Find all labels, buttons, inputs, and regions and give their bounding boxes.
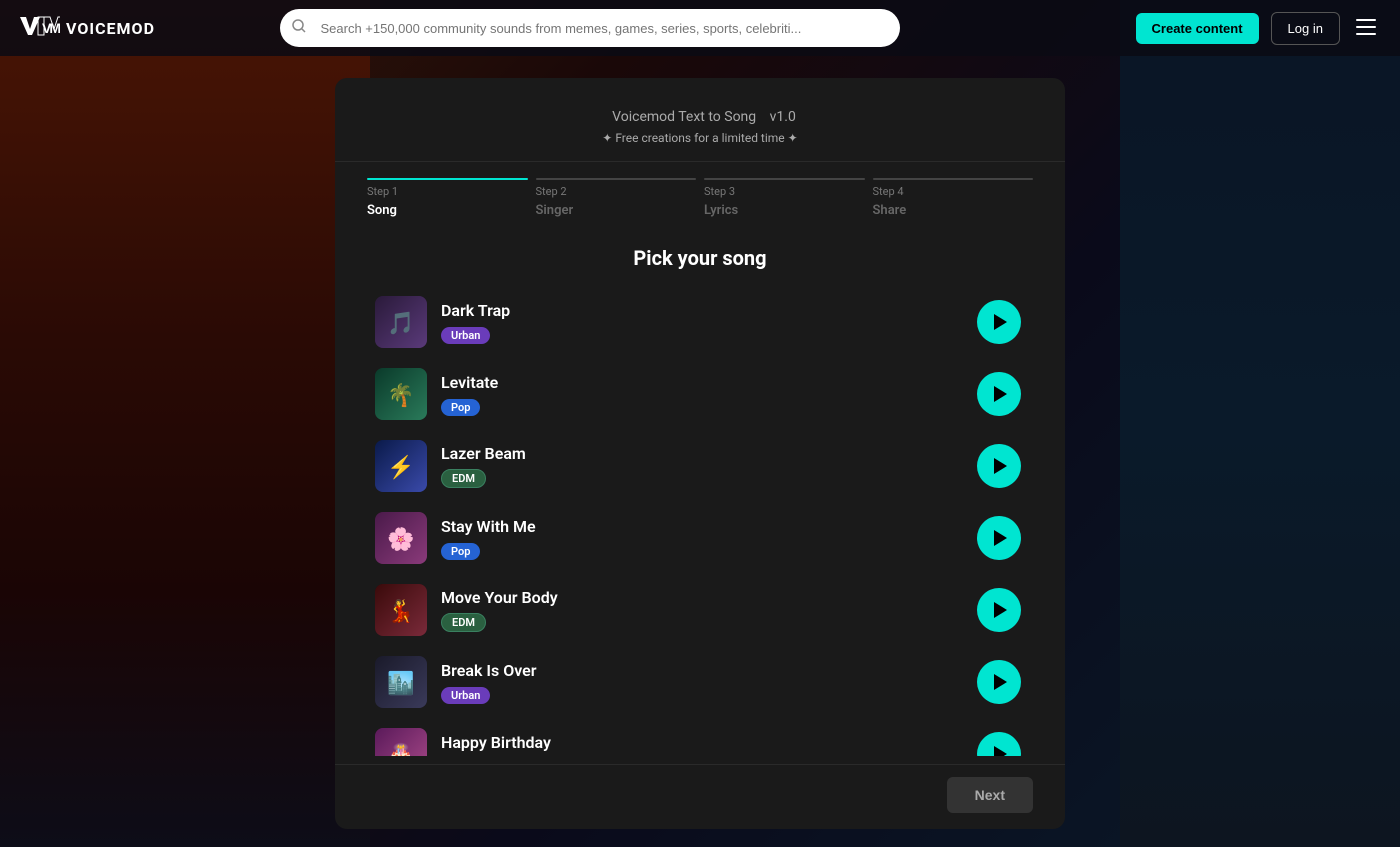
logo-icon: VM [20,13,60,43]
svg-text:⚡: ⚡ [387,454,414,480]
song-item-stay-with-me[interactable]: 🌸 Stay With Me Pop [367,502,1029,574]
play-button-lazer-beam[interactable] [977,444,1021,488]
song-name-dark-trap: Dark Trap [441,301,963,320]
play-button-levitate[interactable] [977,372,1021,416]
logo-text: VOICEMOD [66,19,155,38]
play-icon-move-your-body [994,602,1007,618]
step-1-bar [367,178,528,180]
song-tag-stay-with-me: Pop [441,543,480,560]
song-info-happy-birthday: Happy Birthday Meme [441,733,963,757]
modal-title: Voicemod Text to Song v1.0 [367,102,1033,127]
song-name-happy-birthday: Happy Birthday [441,733,963,752]
play-icon-dark-trap [994,314,1007,330]
step-1: Step 1 Song [367,178,528,218]
hamburger-menu-icon[interactable] [1352,12,1380,44]
play-button-stay-with-me[interactable] [977,516,1021,560]
bg-right-panel [1120,0,1400,847]
steps-container: Step 1 Song Step 2 Singer Step 3 Lyrics … [335,162,1065,230]
song-tag-break-is-over: Urban [441,687,490,704]
play-icon-levitate [994,386,1007,402]
navbar: VM VOICEMOD Create content Log in [0,0,1400,56]
navbar-right: Create content Log in [1136,12,1380,45]
modal-title-text: Voicemod Text to Song [612,109,756,125]
svg-text:🎂: 🎂 [387,741,414,756]
modal-footer: Next [335,764,1065,829]
step-3-num: Step 3 [704,185,865,198]
song-info-move-your-body: Move Your Body EDM [441,588,963,632]
song-name-break-is-over: Break Is Over [441,661,963,680]
bg-left-panel [0,0,370,847]
song-name-stay-with-me: Stay With Me [441,517,963,536]
song-name-move-your-body: Move Your Body [441,588,963,607]
song-thumb-dark-trap: 🎵 [375,296,427,348]
modal-header: Voicemod Text to Song v1.0 ✦ Free creati… [335,78,1065,162]
play-button-break-is-over[interactable] [977,660,1021,704]
step-4-name: Share [873,203,1034,218]
song-info-stay-with-me: Stay With Me Pop [441,517,963,560]
song-item-lazer-beam[interactable]: ⚡ Lazer Beam EDM [367,430,1029,502]
song-name-lazer-beam: Lazer Beam [441,444,963,463]
song-item-break-is-over[interactable]: 🏙️ Break Is Over Urban [367,646,1029,718]
step-2-name: Singer [536,203,697,218]
create-content-button[interactable]: Create content [1136,13,1259,44]
song-info-levitate: Levitate Pop [441,373,963,416]
login-button[interactable]: Log in [1271,12,1340,45]
song-info-lazer-beam: Lazer Beam EDM [441,444,963,488]
step-2-num: Step 2 [536,185,697,198]
play-button-happy-birthday[interactable] [977,732,1021,756]
play-icon-stay-with-me [994,530,1007,546]
song-thumb-stay-with-me: 🌸 [375,512,427,564]
song-item-happy-birthday[interactable]: 🎂 Happy Birthday Meme [367,718,1029,756]
svg-text:🏙️: 🏙️ [387,670,414,696]
svg-text:🌸: 🌸 [387,526,414,552]
next-button[interactable]: Next [947,777,1033,813]
play-icon-break-is-over [994,674,1007,690]
step-3-name: Lyrics [704,203,865,218]
svg-text:🌴: 🌴 [387,382,414,408]
song-list: 🎵 Dark Trap Urban 🌴 Levitate Pop ⚡ [367,286,1033,756]
modal-body: Pick your song 🎵 Dark Trap Urban 🌴 Levit… [335,230,1065,764]
step-1-num: Step 1 [367,185,528,198]
logo: VM VOICEMOD [20,13,155,43]
song-item-move-your-body[interactable]: 💃 Move Your Body EDM [367,574,1029,646]
song-item-dark-trap[interactable]: 🎵 Dark Trap Urban [367,286,1029,358]
step-4-num: Step 4 [873,185,1034,198]
play-icon-happy-birthday [994,746,1007,756]
song-tag-dark-trap: Urban [441,327,490,344]
song-tag-move-your-body: EDM [441,613,486,632]
step-2: Step 2 Singer [536,178,697,218]
play-button-dark-trap[interactable] [977,300,1021,344]
song-item-levitate[interactable]: 🌴 Levitate Pop [367,358,1029,430]
step-1-name: Song [367,203,528,218]
search-icon [292,19,306,37]
svg-text:VM: VM [42,20,60,36]
song-tag-lazer-beam: EDM [441,469,486,488]
step-4: Step 4 Share [873,178,1034,218]
play-icon-lazer-beam [994,458,1007,474]
song-thumb-break-is-over: 🏙️ [375,656,427,708]
step-2-bar [536,178,697,180]
pick-song-title: Pick your song [367,246,1033,270]
search-bar [280,9,900,47]
song-thumb-move-your-body: 💃 [375,584,427,636]
song-thumb-levitate: 🌴 [375,368,427,420]
modal-subtitle: ✦ Free creations for a limited time ✦ [367,131,1033,145]
svg-text:💃: 💃 [387,598,414,624]
song-thumb-happy-birthday: 🎂 [375,728,427,756]
search-input[interactable] [280,9,900,47]
song-info-dark-trap: Dark Trap Urban [441,301,963,344]
play-button-move-your-body[interactable] [977,588,1021,632]
step-3: Step 3 Lyrics [704,178,865,218]
song-name-levitate: Levitate [441,373,963,392]
song-info-break-is-over: Break Is Over Urban [441,661,963,704]
text-to-song-modal: Voicemod Text to Song v1.0 ✦ Free creati… [335,78,1065,829]
step-4-bar [873,178,1034,180]
song-thumb-lazer-beam: ⚡ [375,440,427,492]
song-tag-levitate: Pop [441,399,480,416]
modal-version: v1.0 [770,109,796,125]
step-3-bar [704,178,865,180]
svg-text:🎵: 🎵 [387,310,414,336]
